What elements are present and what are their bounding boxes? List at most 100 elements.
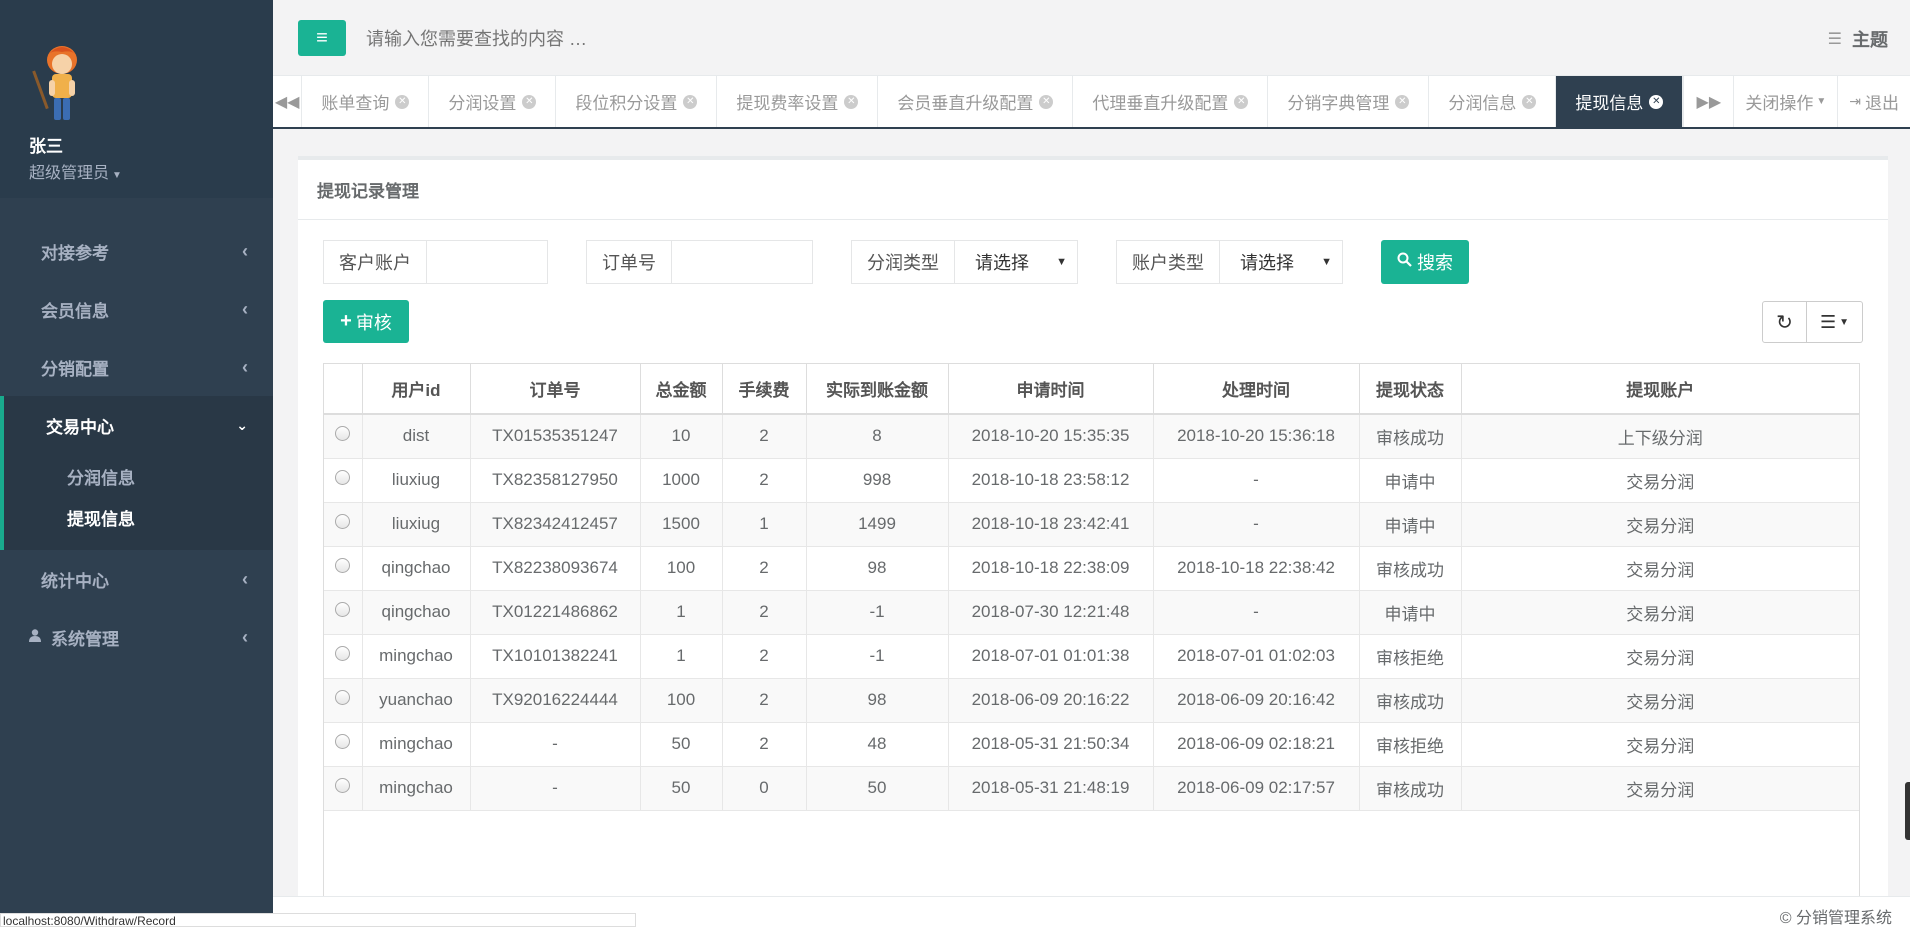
refresh-icon: ↻ — [1776, 311, 1793, 334]
table-row[interactable]: qingchao TX01221486862 1 2 -1 2018-07-30 12:2… — [324, 590, 1859, 635]
account-type-select[interactable]: 请选择 ▼ — [1220, 241, 1342, 283]
refresh-button[interactable]: ↻ — [1762, 301, 1807, 343]
table-row[interactable]: liuxiug TX82342412457 1500 1 1499 2018-10-18 … — [324, 502, 1859, 547]
close-ops-label: 关闭操作 — [1745, 94, 1814, 113]
table-cell: - — [470, 766, 641, 811]
chevron-left-icon: ‹ — [242, 298, 248, 319]
close-icon[interactable]: ✕ — [683, 94, 698, 109]
tab-bill-query[interactable]: 账单查询 ✕ — [302, 76, 430, 127]
avatar[interactable] — [29, 40, 95, 126]
columns-toggle-button[interactable]: ☰ ▼ — [1807, 301, 1863, 343]
sidebar-item-distribution-config[interactable]: 分销配置 ‹ — [0, 338, 273, 396]
tab-withdraw-fee[interactable]: 提现费率设置 ✕ — [717, 76, 879, 127]
tab-scroll-left-button[interactable]: ◀◀ — [273, 76, 303, 127]
tab-dictionary[interactable]: 分销字典管理 ✕ — [1268, 76, 1430, 127]
sidebar-subitem-withdraw-info[interactable]: 提现信息 — [4, 497, 273, 538]
audit-label: 审核 — [355, 312, 392, 333]
customer-account-label: 客户账户 — [324, 241, 427, 283]
profit-type-select[interactable]: 请选择 ▼ — [955, 241, 1077, 283]
row-radio[interactable] — [335, 646, 351, 661]
column-header[interactable]: 订单号 — [470, 364, 641, 415]
theme-button[interactable]: ☰ 主题 — [1828, 26, 1888, 52]
sidebar-item-statistics[interactable]: 统计中心 ‹ — [0, 550, 273, 608]
row-radio[interactable] — [335, 426, 351, 442]
table-cell: 2 — [722, 678, 807, 723]
tab-scroll-right-button[interactable]: ▶▶ — [1683, 76, 1733, 127]
table-cell: 交易分润 — [1461, 634, 1859, 679]
sidebar-item-members[interactable]: 会员信息 ‹ — [0, 280, 273, 338]
row-radio[interactable] — [335, 734, 351, 749]
column-header[interactable]: 申请时间 — [948, 364, 1154, 415]
table-row[interactable]: qingchao TX82238093674 100 2 98 2018-10-18 22… — [324, 546, 1859, 591]
table-cell: - — [1153, 502, 1360, 547]
table-row[interactable]: yuanchao TX92016224444 100 2 98 2018-06-09 20… — [324, 678, 1859, 723]
table-cell: liuxiug — [362, 458, 471, 503]
table-cell: 98 — [806, 546, 949, 591]
top-bar: ≡ ☰ 主题 — [273, 0, 1910, 76]
close-icon[interactable]: ✕ — [522, 94, 537, 109]
column-header[interactable]: 实际到账金额 — [806, 364, 949, 415]
global-search-input[interactable] — [366, 22, 966, 56]
column-header[interactable]: 总金额 — [640, 364, 723, 415]
table-cell: 2 — [722, 458, 807, 503]
close-icon[interactable]: ✕ — [1522, 94, 1537, 109]
audit-button[interactable]: + 审核 — [323, 300, 409, 343]
panel-title: 提现记录管理 — [298, 160, 1888, 220]
sidebar-subitem-profit-info[interactable]: 分润信息 — [4, 456, 273, 497]
table-cell: 1 — [722, 502, 807, 547]
tab-withdraw-info[interactable]: 提现信息 ✕ — [1556, 76, 1684, 127]
row-radio[interactable] — [335, 514, 351, 529]
close-icon[interactable]: ✕ — [844, 94, 859, 109]
user-role-dropdown[interactable]: 超级管理员 ▼ — [29, 159, 273, 183]
column-header[interactable]: 用户id — [362, 364, 471, 415]
logout-button[interactable]: ⇥ 退出 — [1837, 76, 1910, 127]
table-tools: ↻ ☰ ▼ — [1762, 301, 1863, 343]
tab-actions: ▶▶ 关闭操作 ▼ ⇥ 退出 — [1683, 76, 1910, 127]
tab-member-upgrade[interactable]: 会员垂直升级配置 ✕ — [878, 76, 1074, 127]
table-row[interactable]: mingchao -50 0 50 2018-05-31 21:48:19 2018-06… — [324, 766, 1859, 811]
search-button[interactable]: 搜索 — [1381, 240, 1469, 284]
column-header[interactable]: 处理时间 — [1153, 364, 1360, 415]
table-row[interactable]: liuxiug TX82358127950 1000 2 998 2018-10-18 2… — [324, 458, 1859, 503]
table-cell: 2018-10-20 15:35:35 — [948, 414, 1154, 459]
menu-toggle-button[interactable]: ≡ — [298, 20, 346, 56]
tab-bar: ◀◀ 账单查询 ✕ 分润设置 ✕ 段位积分设置 ✕ 提现费率设置 ✕ 会员垂直升级配置 ✕… — [273, 76, 1910, 129]
table-row[interactable]: mingchao TX10101382241 1 2 -1 2018-07-01 01:0… — [324, 634, 1859, 679]
customer-account-filter: 客户账户 — [323, 240, 548, 284]
table-header-row: 用户id 订单号 总金额 手续费 实际到账金额 申请时间 处理时间 提现状态 提… — [324, 364, 1859, 415]
list-icon: ☰ — [1819, 311, 1837, 332]
close-icon[interactable]: ✕ — [1649, 94, 1664, 109]
scrollbar-handle[interactable] — [1905, 782, 1910, 840]
column-header[interactable]: 提现状态 — [1359, 364, 1462, 415]
search-icon — [1397, 252, 1412, 272]
close-operations-dropdown[interactable]: 关闭操作 ▼ — [1733, 76, 1837, 127]
row-radio[interactable] — [335, 602, 351, 617]
close-icon[interactable]: ✕ — [1234, 94, 1249, 109]
table-cell: mingchao — [362, 722, 471, 767]
row-radio[interactable] — [335, 470, 351, 485]
sidebar-item-system[interactable]: 系统管理 ‹ — [0, 608, 273, 666]
sidebar-item-docking[interactable]: 对接参考 ‹ — [0, 222, 273, 280]
tab-agent-upgrade[interactable]: 代理垂直升级配置 ✕ — [1073, 76, 1269, 127]
table-cell: 2018-05-31 21:48:19 — [948, 766, 1154, 811]
close-icon[interactable]: ✕ — [1039, 94, 1054, 109]
column-header[interactable]: 提现账户 — [1461, 364, 1859, 415]
table-body: dist TX01535351247 10 2 8 2018-10-20 15:35:35… — [324, 414, 1859, 811]
table-cell: 2018-07-30 12:21:48 — [948, 590, 1154, 635]
close-icon[interactable]: ✕ — [395, 94, 410, 109]
tab-profit-settings[interactable]: 分润设置 ✕ — [429, 76, 557, 127]
tab-rank-points[interactable]: 段位积分设置 ✕ — [556, 76, 718, 127]
customer-account-input[interactable] — [427, 241, 547, 283]
list-icon: ☰ — [1827, 31, 1842, 48]
column-header[interactable]: 手续费 — [722, 364, 807, 415]
table-row[interactable]: mingchao -50 2 48 2018-05-31 21:50:34 2018-06… — [324, 722, 1859, 767]
tab-profit-info[interactable]: 分润信息 ✕ — [1429, 76, 1557, 127]
row-radio[interactable] — [335, 778, 351, 793]
row-radio[interactable] — [335, 558, 351, 573]
sign-out-icon: ⇥ — [1849, 93, 1861, 109]
row-radio[interactable] — [335, 690, 351, 705]
close-icon[interactable]: ✕ — [1395, 94, 1410, 109]
order-no-input[interactable] — [672, 241, 812, 283]
table-row[interactable]: dist TX01535351247 10 2 8 2018-10-20 15:35:35… — [324, 414, 1859, 459]
sidebar-item-trade-center[interactable]: 交易中心 ⌄ — [0, 396, 273, 454]
